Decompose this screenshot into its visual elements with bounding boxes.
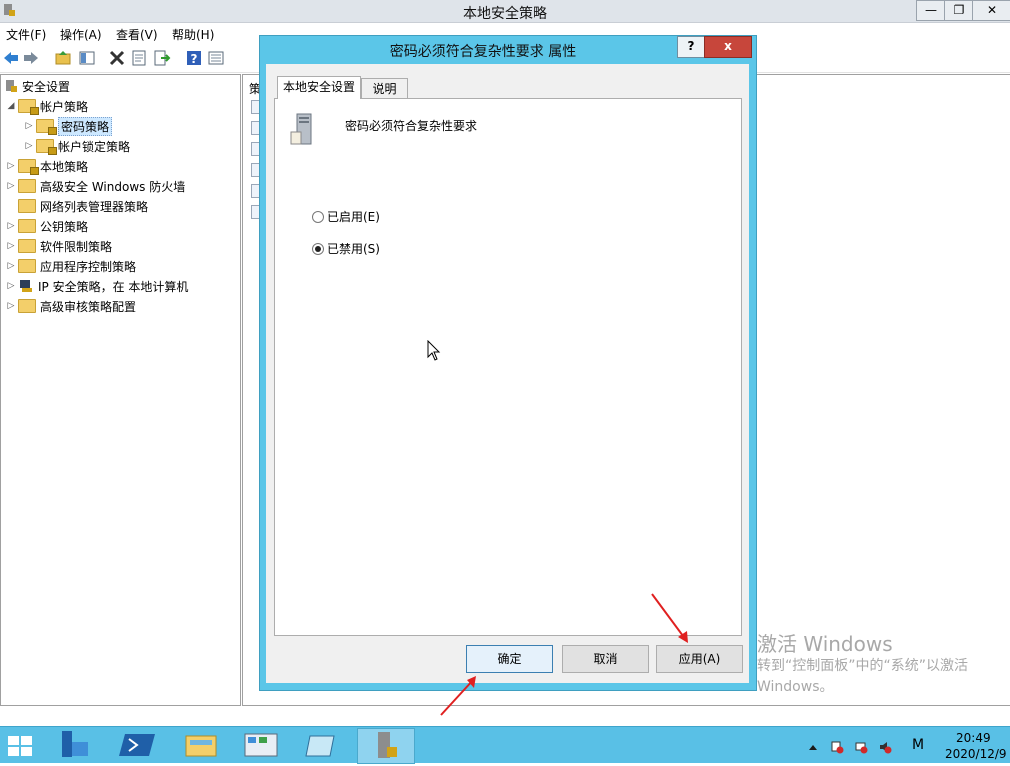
powershell-icon — [119, 734, 155, 756]
show-hidden-icons-icon[interactable] — [806, 740, 820, 754]
network-icon[interactable] — [854, 740, 868, 754]
taskbar-server-manager[interactable] — [50, 728, 106, 762]
volume-muted-icon[interactable] — [878, 740, 892, 754]
taskbar-notepad[interactable] — [294, 728, 350, 762]
action-center-flag-icon[interactable] — [830, 740, 844, 754]
control-panel-icon — [244, 733, 278, 757]
taskbar-powershell[interactable] — [111, 728, 167, 762]
notepad-icon — [305, 735, 335, 757]
taskbar-control-panel[interactable] — [233, 728, 289, 762]
arrow-to-apply — [651, 593, 687, 641]
annotation-arrows — [440, 593, 688, 716]
arrow-to-ok — [440, 678, 475, 716]
tab-local-security-setting[interactable]: 本地安全设置 — [277, 76, 361, 99]
server-manager-icon — [62, 731, 88, 757]
input-method-icon[interactable]: M — [910, 737, 926, 755]
taskbar-local-security-policy[interactable] — [357, 728, 415, 764]
clock-time[interactable]: 20:49 — [956, 731, 991, 745]
file-explorer-icon — [185, 735, 217, 757]
start-windows-icon[interactable] — [6, 733, 36, 759]
security-policy-taskbar-icon — [378, 732, 397, 758]
taskbar-explorer[interactable] — [172, 728, 228, 762]
clock-date[interactable]: 2020/12/9 — [945, 747, 1007, 761]
